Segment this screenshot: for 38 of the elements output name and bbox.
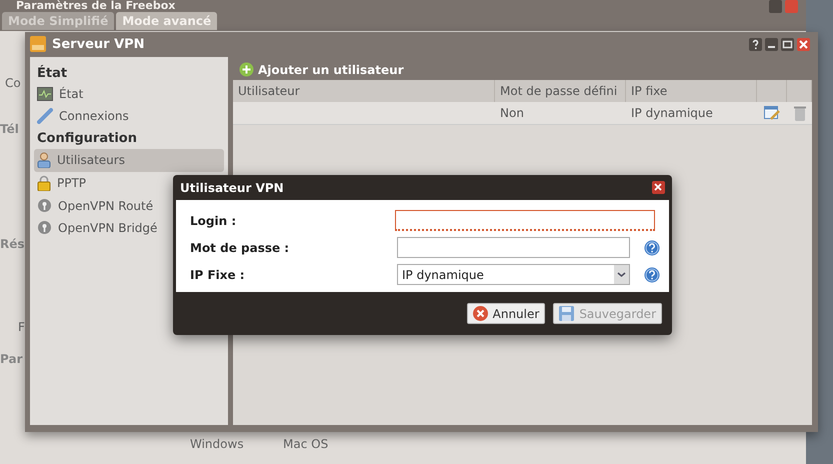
- field-label: Login :: [190, 214, 238, 228]
- cancel-icon: [472, 306, 488, 321]
- window-title: Serveur VPN: [52, 36, 145, 52]
- section-heading: Configuration: [36, 130, 138, 148]
- share-label: Mac OS: [283, 437, 328, 451]
- sidebar-item[interactable]: État: [34, 84, 224, 105]
- cancel-button[interactable]: Annuler: [466, 303, 546, 324]
- sidebar-item[interactable]: Connexions: [34, 105, 224, 128]
- maximize-icon[interactable]: [781, 38, 794, 50]
- monitor-icon: [37, 87, 53, 101]
- dialog-title: Utilisateur VPN: [180, 180, 284, 194]
- keyhole-icon: [37, 220, 52, 235]
- help-icon[interactable]: [644, 266, 660, 282]
- password-field[interactable]: [397, 237, 630, 258]
- caret-icon: [614, 265, 629, 284]
- window-title: Paramètres de la Freebox: [16, 0, 176, 12]
- table-cell-text: Non: [499, 105, 525, 122]
- add-user-button[interactable]: Ajouter un utilisateur: [233, 57, 410, 80]
- field-label: IP Fixe :: [190, 268, 246, 282]
- sidebar-item[interactable]: Utilisateurs: [34, 149, 224, 172]
- keyhole-icon: [37, 198, 52, 213]
- section-heading: État: [36, 64, 68, 83]
- table-cell-text: IP dynamique: [630, 105, 714, 122]
- section-heading: Par: [0, 352, 22, 366]
- padlock-icon: [37, 175, 51, 191]
- share-label: Windows: [190, 437, 244, 451]
- help-icon[interactable]: [644, 240, 660, 256]
- plus-icon: [239, 62, 254, 77]
- vpn-logo-icon: [30, 36, 46, 52]
- user-icon: [37, 152, 51, 168]
- ip-dropdown[interactable]: IP dynamique: [397, 264, 630, 285]
- floppy-icon: [559, 306, 574, 321]
- help-icon[interactable]: [749, 38, 762, 50]
- section-heading: Tél: [0, 122, 19, 136]
- section-heading: Rés: [0, 237, 25, 251]
- login-field[interactable]: [394, 210, 655, 231]
- field-label: Mot de passe :: [190, 240, 290, 254]
- edit-icon[interactable]: [764, 106, 780, 120]
